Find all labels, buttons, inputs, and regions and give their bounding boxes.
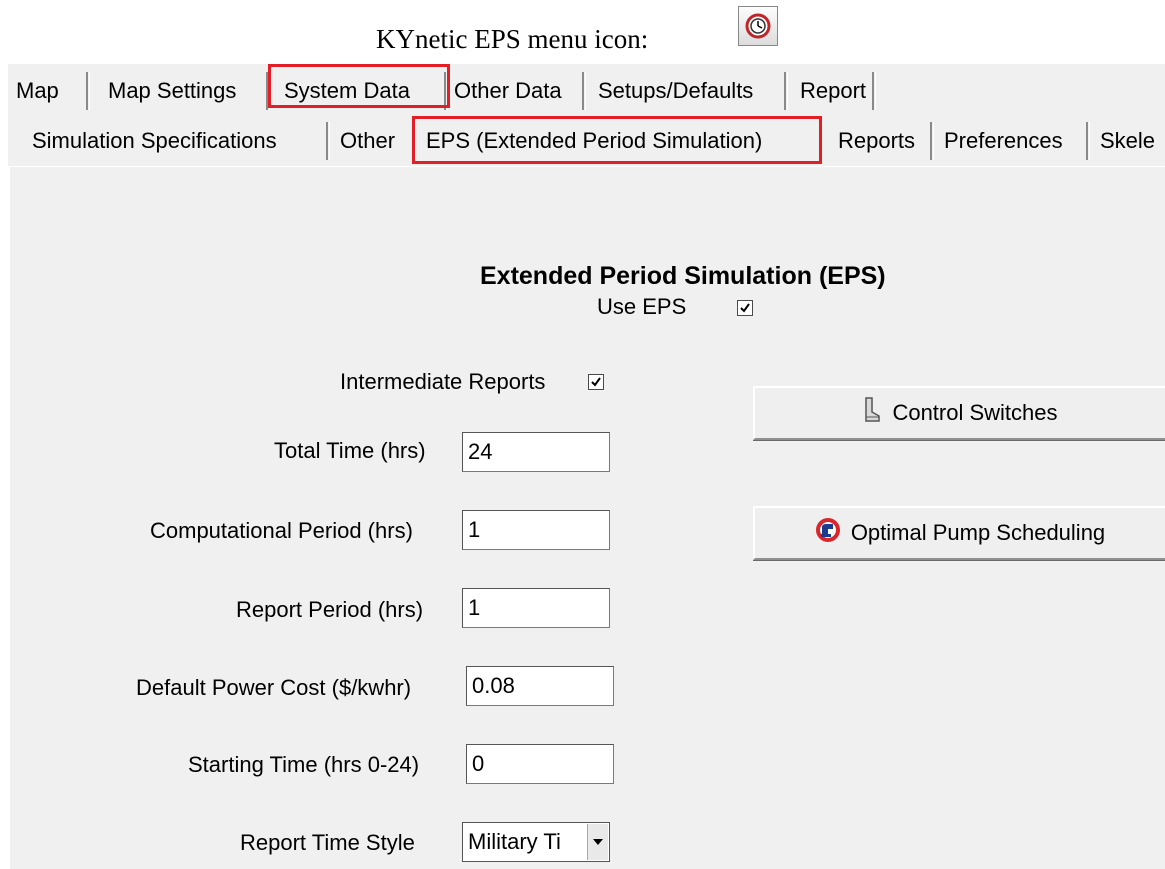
report-period-input[interactable]: 1 <box>462 588 610 628</box>
use-eps-label: Use EPS <box>597 294 687 319</box>
report-period-label: Report Period (hrs) <box>236 597 424 622</box>
tab-preferences[interactable]: Preferences <box>936 122 1090 160</box>
tab-setups-defaults[interactable]: Setups/Defaults <box>590 72 788 110</box>
report-time-style-label: Report Time Style <box>240 830 415 855</box>
page-title: Extended Period Simulation (EPS) <box>480 262 886 290</box>
intermediate-reports-checkbox[interactable] <box>588 374 604 390</box>
chevron-down-icon[interactable] <box>587 824 608 860</box>
report-time-style-value: Military Ti <box>468 829 561 854</box>
starting-time-input[interactable]: 0 <box>466 744 614 784</box>
control-switches-button[interactable]: Control Switches <box>753 386 1165 440</box>
use-eps-checkbox[interactable] <box>737 300 753 316</box>
starting-time-label: Starting Time (hrs 0-24) <box>188 752 420 777</box>
optimal-pump-scheduling-label: Optimal Pump Scheduling <box>850 520 1106 545</box>
intermediate-reports-label: Intermediate Reports <box>340 369 546 394</box>
tab-reports[interactable]: Reports <box>830 122 934 160</box>
content-border <box>8 166 1165 167</box>
eps-tab-highlight <box>412 116 822 164</box>
computational-period-input[interactable]: 1 <box>462 510 610 550</box>
tab-skeleton[interactable]: Skele <box>1092 122 1165 160</box>
tab-map[interactable]: Map <box>8 72 90 110</box>
caption-text: KYnetic EPS menu icon: <box>376 24 649 54</box>
system-data-highlight <box>268 64 450 108</box>
pump-icon <box>815 517 841 549</box>
computational-period-label: Computational Period (hrs) <box>150 518 413 543</box>
content-left-edge <box>8 166 10 869</box>
clock-icon <box>738 6 778 46</box>
control-switches-label: Control Switches <box>892 400 1058 425</box>
power-cost-label: Default Power Cost ($/kwhr) <box>136 675 412 700</box>
tab-other-data[interactable]: Other Data <box>446 72 586 110</box>
tab-simulation-specifications[interactable]: Simulation Specifications <box>24 122 330 160</box>
report-time-style-select[interactable]: Military Ti <box>462 822 610 862</box>
total-time-input[interactable]: 24 <box>462 432 610 472</box>
tab-map-settings[interactable]: Map Settings <box>100 72 270 110</box>
total-time-label: Total Time (hrs) <box>274 438 426 463</box>
power-cost-input[interactable]: 0.08 <box>466 666 614 706</box>
tab-report[interactable]: Report <box>792 72 876 110</box>
optimal-pump-scheduling-button[interactable]: Optimal Pump Scheduling <box>753 506 1165 560</box>
eps-window: Map Map Settings System Data Other Data … <box>8 64 1165 869</box>
boot-icon <box>862 397 882 429</box>
tab-other[interactable]: Other <box>332 122 410 160</box>
